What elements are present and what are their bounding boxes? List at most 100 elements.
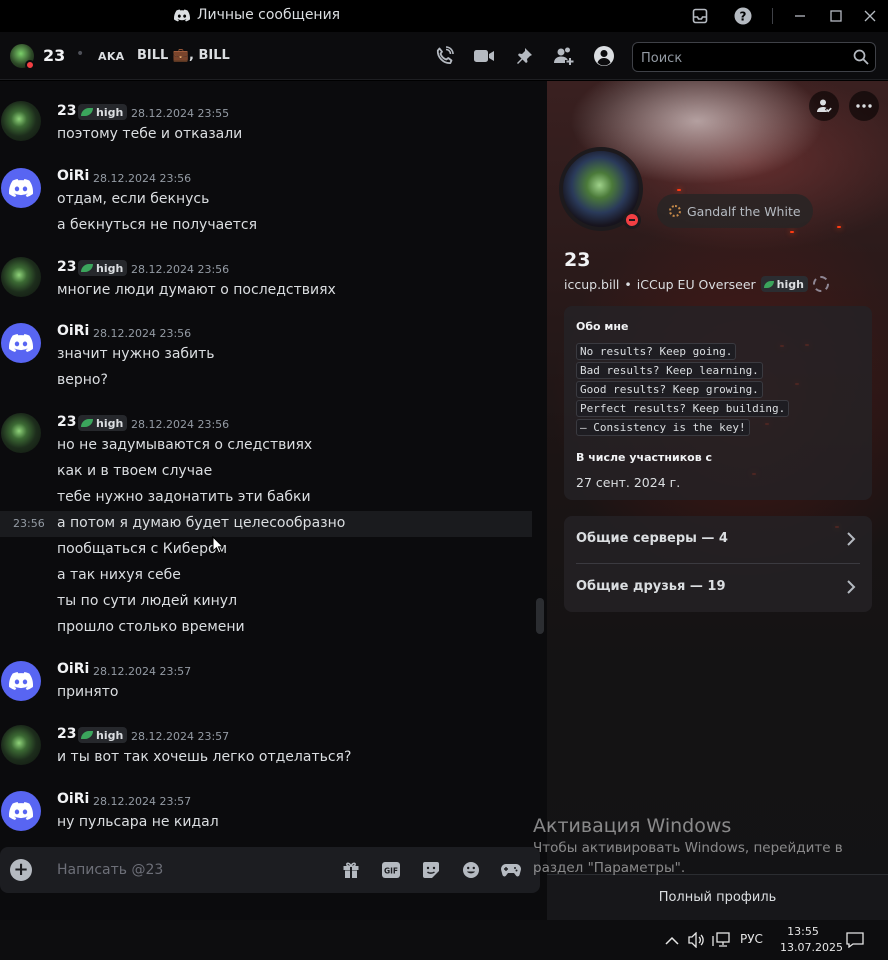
sticker-icon[interactable]: [420, 859, 442, 881]
avatar[interactable]: [1, 168, 41, 208]
pinned-messages-icon[interactable]: [512, 44, 536, 68]
profile-display-name: 23: [564, 249, 591, 271]
message-timestamp: 28.12.2024 23:56: [131, 418, 230, 431]
mutual-friends-label: Общие друзья — 19: [576, 579, 726, 594]
discord-logo-icon: [9, 334, 33, 352]
message-text: а потом я думаю будет целесообразно: [57, 515, 346, 531]
leaf-icon: [81, 731, 93, 739]
avatar[interactable]: [1, 101, 41, 141]
dnd-status-icon: [25, 60, 35, 70]
user-check-icon: [817, 99, 832, 113]
scrollbar-thumb[interactable]: [536, 598, 544, 634]
avatar[interactable]: [1, 791, 41, 831]
leaf-icon: [81, 264, 93, 272]
leaf-icon: [81, 108, 93, 116]
message-timestamp: 28.12.2024 23:57: [93, 665, 192, 678]
profile-username[interactable]: iccup.bill: [564, 277, 619, 292]
avatar[interactable]: [1, 257, 41, 297]
server-tag-badge[interactable]: high: [760, 276, 808, 292]
search-icon[interactable]: [853, 49, 869, 65]
mutual-friends-row[interactable]: Общие друзья — 19: [564, 564, 872, 612]
about-me-line: — Consistency is the key!: [576, 419, 750, 436]
gift-icon[interactable]: [340, 859, 362, 881]
message-timestamp: 28.12.2024 23:57: [93, 795, 192, 808]
profile-pronouns: iCCup EU Overseer: [636, 276, 756, 292]
discord-logo-icon: [9, 672, 33, 690]
about-me-line: Bad results? Keep learning.: [576, 362, 763, 379]
close-icon[interactable]: [852, 0, 888, 32]
video-call-icon[interactable]: [472, 44, 496, 68]
message-author[interactable]: OiRi: [57, 168, 89, 184]
about-me-line: Perfect results? Keep building.: [576, 400, 790, 417]
server-tag-badge: high: [78, 415, 128, 431]
search-input[interactable]: [641, 48, 841, 68]
clock-time: 13:55: [787, 925, 819, 938]
message-composer[interactable]: + GIF: [0, 847, 540, 893]
mutual-servers-row[interactable]: Общие серверы — 4: [564, 516, 872, 564]
message-author[interactable]: 23: [57, 414, 76, 430]
minimize-icon[interactable]: [782, 0, 818, 32]
message-author[interactable]: 23: [57, 103, 76, 119]
message-text: отдам, если бекнусь: [57, 191, 210, 207]
header-separator: •: [76, 46, 85, 62]
gif-icon[interactable]: GIF: [380, 859, 402, 881]
clock[interactable]: 13:55 13.07.2025: [780, 924, 843, 956]
profile-subtitle: iccup.bill • iCCup EU Overseer high: [564, 276, 829, 292]
activity-icon[interactable]: [500, 859, 522, 881]
message-input[interactable]: [57, 859, 317, 881]
full-profile-button[interactable]: Полный профиль: [547, 874, 888, 920]
about-me-heading: Обо мне: [576, 320, 629, 333]
discord-logo-icon: [174, 9, 190, 21]
mouse-cursor-icon: [212, 536, 224, 554]
message-text: как и в твоем случае: [57, 463, 213, 479]
message-text: значит нужно забить: [57, 346, 215, 362]
avatar[interactable]: [1, 725, 41, 765]
avatar[interactable]: [1, 413, 41, 453]
title-bar: Личные сообщения ?: [0, 0, 888, 32]
mutuals-card: Общие серверы — 4 Общие друзья — 19: [564, 516, 872, 612]
avatar[interactable]: [1, 323, 41, 363]
volume-icon[interactable]: [688, 931, 706, 949]
ember-decoration: [790, 231, 794, 233]
leaf-icon: [763, 280, 774, 288]
add-friends-icon[interactable]: [552, 44, 576, 68]
avatar[interactable]: [1, 661, 41, 701]
more-icon: [856, 104, 872, 108]
member-since-date: 27 сент. 2024 г.: [576, 475, 681, 490]
notifications-icon[interactable]: [846, 931, 864, 949]
more-options-button[interactable]: [849, 91, 879, 121]
windows-activation-text: Чтобы активировать Windows, перейдите в …: [533, 840, 843, 876]
add-friend-button[interactable]: [809, 91, 839, 121]
inbox-icon[interactable]: [682, 0, 718, 32]
svg-text:GIF: GIF: [384, 867, 398, 876]
message-author[interactable]: 23: [57, 259, 76, 275]
message-text: верно?: [57, 372, 108, 388]
message-author[interactable]: OiRi: [57, 323, 89, 339]
laurel-badge-icon[interactable]: [812, 276, 829, 292]
network-icon[interactable]: [712, 931, 730, 949]
custom-status-bubble: Gandalf the White: [657, 194, 813, 228]
add-attachment-icon[interactable]: +: [10, 859, 32, 881]
message-author[interactable]: OiRi: [57, 661, 89, 677]
discord-logo-icon: [9, 179, 33, 197]
message-list[interactable]: 23 high 28.12.2024 23:55 поэтому тебе и …: [0, 81, 547, 842]
message-author[interactable]: OiRi: [57, 791, 89, 807]
help-icon[interactable]: ?: [725, 0, 761, 32]
emoji-icon[interactable]: [460, 859, 482, 881]
custom-status-emoji-icon: [669, 205, 681, 217]
server-tag-badge: high: [78, 104, 128, 120]
chevron-right-icon: [847, 580, 856, 594]
chevron-up-icon[interactable]: [664, 931, 680, 949]
taskbar: РУС 13:55 13.07.2025: [0, 920, 888, 960]
message-author[interactable]: 23: [57, 726, 76, 742]
ember-decoration: [837, 226, 841, 228]
dm-user-name[interactable]: 23: [43, 46, 65, 65]
search-box[interactable]: [632, 42, 876, 72]
maximize-icon[interactable]: [818, 0, 854, 32]
input-language[interactable]: РУС: [740, 932, 763, 946]
voice-call-icon[interactable]: [432, 44, 456, 68]
user-profile-icon[interactable]: [592, 44, 616, 68]
hover-timestamp: 23:56: [13, 517, 45, 530]
message-text: прошло столько времени: [57, 619, 245, 635]
message-text: и ты вот так хочешь легко отделаться?: [57, 749, 352, 765]
